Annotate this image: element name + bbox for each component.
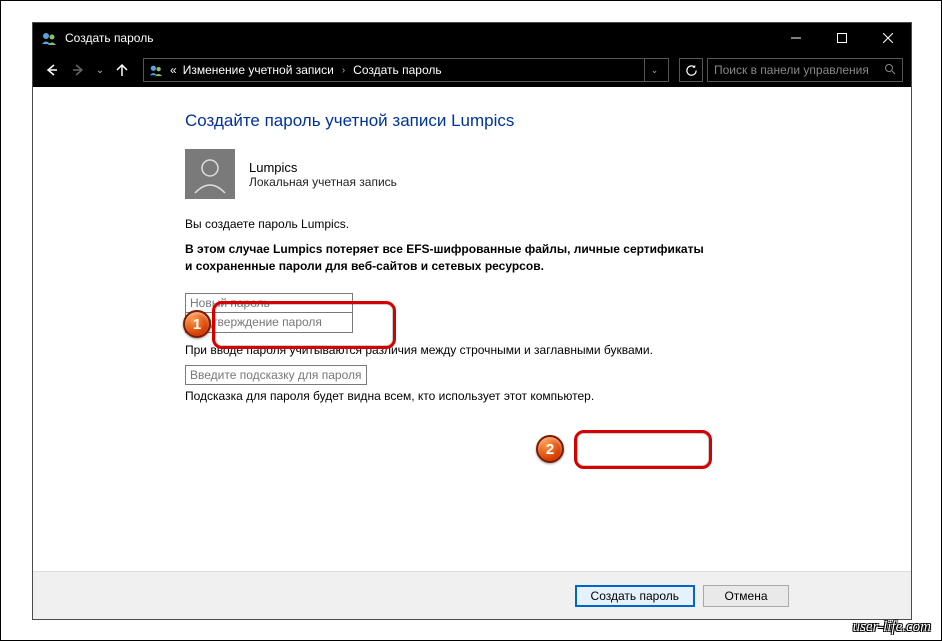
- user-accounts-icon: [148, 62, 164, 78]
- maximize-button[interactable]: [819, 23, 865, 53]
- search-input[interactable]: Поиск в панели управления: [707, 58, 903, 82]
- watermark: user-life.com: [853, 619, 931, 636]
- chevron-right-icon: ›: [340, 65, 347, 76]
- case-sensitivity-note: При вводе пароля учитываются различия ме…: [185, 343, 887, 357]
- minimize-button[interactable]: [773, 23, 819, 53]
- page-heading: Создайте пароль учетной записи Lumpics: [185, 111, 887, 131]
- address-bar[interactable]: « Изменение учетной записи › Создать пар…: [143, 58, 669, 82]
- avatar: [185, 149, 235, 199]
- close-button[interactable]: [865, 23, 911, 53]
- user-name: Lumpics: [249, 160, 397, 175]
- user-accounts-icon: [41, 30, 57, 46]
- control-panel-window: Создать пароль ⌄: [32, 22, 912, 620]
- forward-button[interactable]: [67, 59, 89, 81]
- back-button[interactable]: [41, 59, 63, 81]
- up-button[interactable]: [111, 59, 133, 81]
- hint-visibility-note: Подсказка для пароля будет видна всем, к…: [185, 389, 887, 403]
- refresh-button[interactable]: [679, 58, 703, 82]
- cancel-button[interactable]: Отмена: [703, 585, 789, 607]
- recent-locations-dropdown[interactable]: ⌄: [93, 65, 107, 76]
- titlebar: Создать пароль: [33, 23, 911, 53]
- create-password-button[interactable]: Создать пароль: [575, 585, 695, 607]
- placeholder-text: Подтверждение пароля: [190, 315, 322, 329]
- breadcrumb-level2[interactable]: Создать пароль: [353, 63, 441, 77]
- new-password-input[interactable]: Новый пароль: [185, 293, 353, 313]
- breadcrumb-overflow[interactable]: «: [170, 63, 177, 77]
- confirm-password-input[interactable]: Подтверждение пароля: [185, 313, 353, 333]
- search-placeholder: Поиск в панели управления: [714, 63, 884, 77]
- password-input-group: Новый пароль Подтверждение пароля: [185, 293, 353, 333]
- password-hint-input[interactable]: Введите подсказку для пароля: [185, 365, 367, 385]
- user-block: Lumpics Локальная учетная запись: [185, 149, 887, 199]
- breadcrumb-level1[interactable]: Изменение учетной записи: [183, 63, 334, 77]
- button-label: Создать пароль: [591, 589, 679, 603]
- warning-text: В этом случае Lumpics потеряет все EFS-ш…: [185, 241, 705, 275]
- button-label: Отмена: [724, 589, 767, 603]
- address-dropdown[interactable]: ⌄: [644, 58, 664, 82]
- navbar: ⌄ « Изменение учетной записи › Создать п…: [33, 53, 911, 87]
- placeholder-text: Новый пароль: [190, 296, 270, 310]
- content-area: Создайте пароль учетной записи Lumpics L…: [33, 87, 911, 571]
- footer-bar: Создать пароль Отмена: [33, 571, 911, 619]
- window-title: Создать пароль: [65, 31, 153, 45]
- placeholder-text: Введите подсказку для пароля: [190, 368, 362, 382]
- search-icon: [884, 63, 896, 78]
- user-type: Локальная учетная запись: [249, 175, 397, 189]
- description-line: Вы создаете пароль Lumpics.: [185, 217, 887, 231]
